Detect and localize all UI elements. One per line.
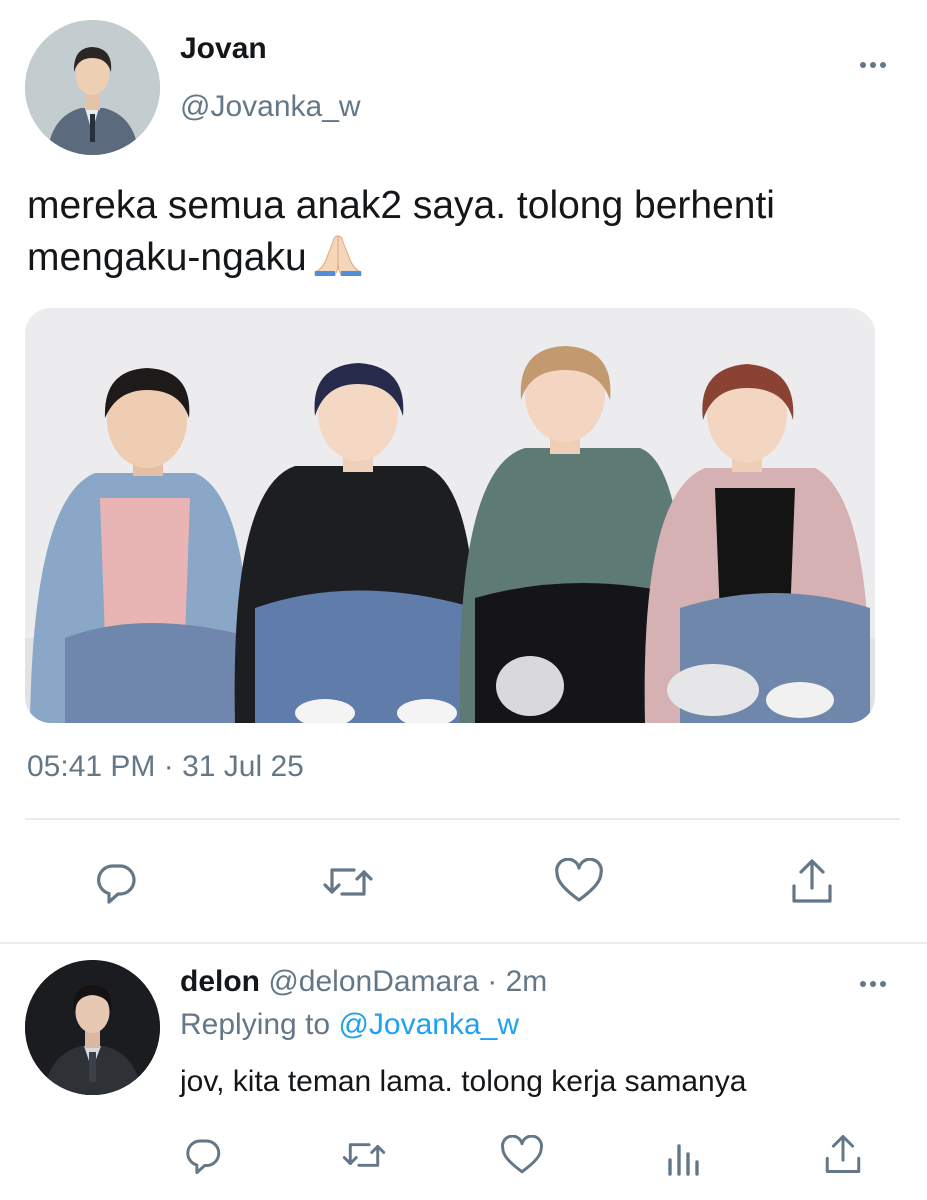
group-photo	[25, 308, 875, 723]
replying-to-label: Replying to	[180, 1008, 331, 1041]
reply-icon[interactable]	[92, 858, 140, 906]
retweet-icon[interactable]	[320, 858, 376, 906]
author-handle[interactable]: @Jovanka_w	[180, 90, 361, 124]
reply-author-name[interactable]: delon	[180, 965, 260, 998]
reply-text: jov, kita teman lama. tolong kerja saman…	[180, 1065, 747, 1098]
reply-time[interactable]: 2m	[506, 965, 548, 998]
reply-author-avatar[interactable]	[25, 960, 160, 1095]
reply-author-handle[interactable]: @delonDamara	[268, 965, 479, 998]
reply-more-options-icon[interactable]	[853, 972, 893, 996]
reply-retweet-icon[interactable]	[340, 1134, 388, 1176]
share-icon[interactable]	[788, 856, 836, 906]
replying-to-link[interactable]: @Jovanka_w	[338, 1008, 519, 1041]
reply-header: delon @delonDamara · 2m	[180, 965, 547, 999]
section-divider	[0, 942, 927, 944]
reply-like-icon[interactable]	[500, 1135, 544, 1177]
like-icon[interactable]	[554, 858, 604, 906]
reply-avatar-image	[25, 960, 160, 1095]
more-options-icon[interactable]	[853, 53, 893, 77]
reply-reply-icon[interactable]	[182, 1134, 224, 1176]
divider	[25, 818, 900, 820]
tweet-timestamp[interactable]: 05:41 PM · 31 Jul 25	[27, 750, 304, 784]
reply-separator: ·	[487, 965, 498, 998]
tweet-body: mereka semua anak2 saya. tolong berhenti…	[27, 184, 775, 279]
author-name[interactable]: Jovan	[180, 32, 267, 66]
folded-hands-icon	[313, 232, 363, 290]
reply-share-icon[interactable]	[822, 1132, 864, 1176]
author-avatar-image	[25, 20, 160, 155]
author-avatar[interactable]	[25, 20, 160, 155]
analytics-icon[interactable]	[664, 1134, 704, 1176]
tweet-photo[interactable]	[25, 308, 875, 723]
tweet-text: mereka semua anak2 saya. tolong berhenti…	[27, 180, 907, 290]
replying-to: Replying to @Jovanka_w	[180, 1008, 519, 1042]
